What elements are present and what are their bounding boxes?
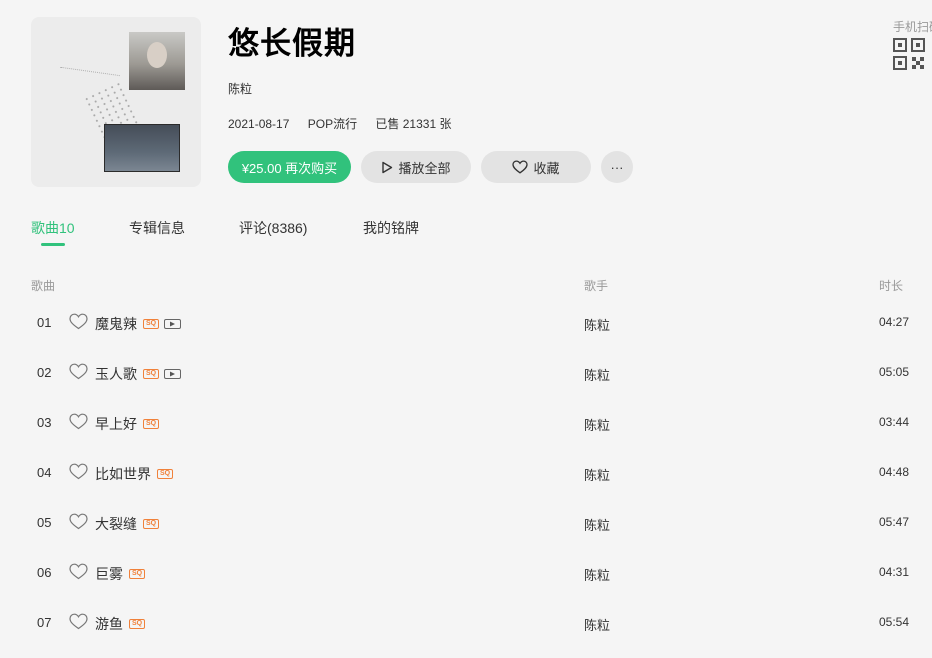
album-title: 悠长假期: [228, 26, 356, 61]
like-heart-icon[interactable]: [69, 563, 88, 580]
song-row[interactable]: 06 巨雾 SQ 陈粒 04:31: [0, 558, 932, 608]
song-duration: 05:47: [879, 515, 910, 529]
cover-window-photo: [104, 124, 180, 172]
song-row[interactable]: 07 游鱼 SQ 陈粒 05:54: [0, 608, 932, 658]
play-all-button[interactable]: 播放全部: [361, 151, 471, 183]
more-button[interactable]: ···: [601, 151, 633, 183]
like-heart-icon[interactable]: [69, 463, 88, 480]
song-duration: 04:48: [879, 465, 910, 479]
like-heart-icon[interactable]: [69, 613, 88, 630]
song-title[interactable]: 游鱼: [95, 614, 123, 634]
qr-code-icon[interactable]: [893, 38, 925, 70]
track-number: 04: [37, 465, 52, 480]
singer-link[interactable]: 陈粒: [584, 515, 610, 534]
mv-play-icon[interactable]: [164, 369, 182, 379]
song-title-cell: 早上好 SQ: [95, 414, 160, 434]
column-header-singer: 歌手: [584, 279, 609, 293]
play-all-label: 播放全部: [398, 160, 451, 176]
mv-play-icon[interactable]: [164, 319, 182, 329]
song-title[interactable]: 玉人歌: [95, 364, 137, 384]
favorite-button[interactable]: 收藏: [481, 151, 591, 183]
track-number: 02: [37, 365, 52, 380]
song-duration: 04:31: [879, 565, 910, 579]
singer-link[interactable]: 陈粒: [584, 315, 610, 334]
cover-handwriting: [60, 52, 122, 77]
sq-badge: SQ: [143, 419, 160, 429]
buy-again-button[interactable]: ¥25.00 再次购买: [228, 151, 351, 183]
sq-badge: SQ: [129, 569, 146, 579]
sales-count: 已售 21331 张: [375, 117, 452, 131]
release-date: 2021-08-17: [228, 117, 290, 131]
sq-badge: SQ: [143, 519, 160, 529]
song-row[interactable]: 01 魔鬼辣 SQ 陈粒 04:27: [0, 308, 932, 358]
track-number: 07: [37, 615, 52, 630]
sq-badge: SQ: [129, 619, 146, 629]
singer-link[interactable]: 陈粒: [584, 415, 610, 434]
buy-again-label: ¥25.00 再次购买: [241, 160, 338, 176]
song-title-cell: 大裂缝 SQ: [95, 514, 160, 534]
like-heart-icon[interactable]: [69, 413, 88, 430]
song-title-cell: 比如世界 SQ: [95, 464, 174, 484]
song-duration: 03:44: [879, 415, 910, 429]
tab-songs[interactable]: 歌曲10: [31, 218, 75, 238]
heart-icon: [512, 160, 529, 174]
cover-portrait-photo: [129, 32, 185, 90]
track-number: 06: [37, 565, 52, 580]
album-artist-link[interactable]: 陈粒: [228, 80, 252, 97]
like-heart-icon[interactable]: [69, 313, 88, 330]
song-title[interactable]: 大裂缝: [95, 514, 137, 534]
album-cover: [31, 17, 201, 187]
tab-active-indicator: [41, 243, 65, 246]
song-row[interactable]: 03 早上好 SQ 陈粒 03:44: [0, 408, 932, 458]
track-number: 03: [37, 415, 52, 430]
more-icon: ···: [610, 159, 624, 175]
singer-link[interactable]: 陈粒: [584, 615, 610, 634]
song-title[interactable]: 早上好: [95, 414, 137, 434]
play-icon: [381, 161, 393, 174]
song-title-cell: 玉人歌 SQ: [95, 364, 182, 384]
track-number: 01: [37, 315, 52, 330]
column-header-duration: 时长: [879, 279, 904, 293]
song-title[interactable]: 比如世界: [95, 464, 151, 484]
song-row[interactable]: 05 大裂缝 SQ 陈粒 05:47: [0, 508, 932, 558]
like-heart-icon[interactable]: [69, 513, 88, 530]
genre: POP流行: [307, 117, 358, 131]
sq-badge: SQ: [143, 319, 160, 329]
like-heart-icon[interactable]: [69, 363, 88, 380]
song-title[interactable]: 巨雾: [95, 564, 123, 584]
sq-badge: SQ: [157, 469, 174, 479]
singer-link[interactable]: 陈粒: [584, 565, 610, 584]
track-number: 05: [37, 515, 52, 530]
singer-link[interactable]: 陈粒: [584, 465, 610, 484]
column-header-song: 歌曲: [31, 279, 56, 293]
qr-label: 手机扫码: [893, 20, 932, 34]
song-duration: 05:54: [879, 615, 910, 629]
singer-link[interactable]: 陈粒: [584, 365, 610, 384]
sq-badge: SQ: [143, 369, 160, 379]
song-title-cell: 巨雾 SQ: [95, 564, 146, 584]
song-row[interactable]: 04 比如世界 SQ 陈粒 04:48: [0, 458, 932, 508]
song-duration: 04:27: [879, 315, 910, 329]
song-title-cell: 游鱼 SQ: [95, 614, 146, 634]
tab-album-info[interactable]: 专辑信息: [129, 218, 185, 238]
favorite-label: 收藏: [533, 160, 560, 176]
album-meta: 2021-08-17 POP流行 已售 21331 张: [228, 115, 466, 132]
song-title-cell: 魔鬼辣 SQ: [95, 314, 182, 334]
tab-comments[interactable]: 评论(8386): [239, 218, 307, 238]
tab-my-badge[interactable]: 我的铭牌: [363, 218, 419, 238]
song-duration: 05:05: [879, 365, 910, 379]
song-row[interactable]: 02 玉人歌 SQ 陈粒 05:05: [0, 358, 932, 408]
song-title[interactable]: 魔鬼辣: [95, 314, 137, 334]
